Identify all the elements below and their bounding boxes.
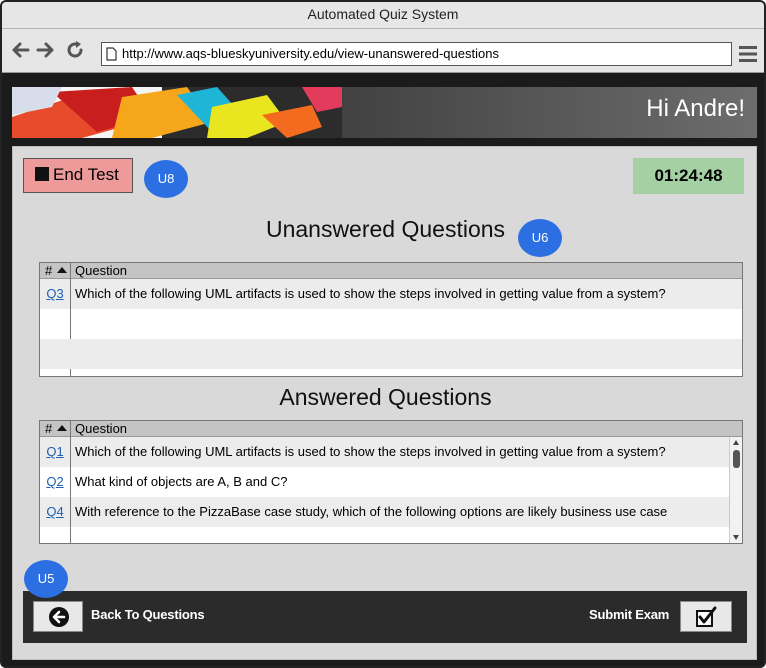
back-to-questions-button[interactable] bbox=[33, 601, 83, 632]
vertical-scrollbar[interactable] bbox=[729, 437, 742, 543]
badge-u6: U6 bbox=[518, 219, 562, 257]
question-text: Which of the following UML artifacts is … bbox=[75, 444, 666, 459]
footer-bar: Back To Questions Submit Exam bbox=[23, 591, 747, 643]
badge-u5: U5 bbox=[24, 560, 68, 598]
forward-arrow-icon[interactable] bbox=[34, 39, 56, 61]
question-text: What kind of objects are A, B and C? bbox=[75, 474, 288, 489]
sort-ascending-icon bbox=[56, 267, 67, 273]
table-row: Q1 Which of the following UML artifacts … bbox=[40, 437, 742, 467]
submit-exam-button[interactable] bbox=[680, 601, 732, 632]
reload-icon[interactable] bbox=[64, 39, 86, 61]
countdown-timer: 01:24:48 bbox=[633, 158, 744, 194]
empty-row bbox=[40, 339, 742, 369]
address-bar[interactable]: http://www.aqs-blueskyuniversity.edu/vie… bbox=[101, 42, 732, 66]
checkbox-check-icon bbox=[696, 606, 717, 627]
table-row: Q4 With reference to the PizzaBase case … bbox=[40, 497, 742, 527]
question-text: With reference to the PizzaBase case stu… bbox=[75, 504, 668, 519]
question-link-q4[interactable]: Q4 bbox=[46, 504, 63, 519]
address-url: http://www.aqs-blueskyuniversity.edu/vie… bbox=[122, 46, 499, 61]
num-column-header[interactable]: # bbox=[40, 263, 71, 279]
answered-table: # Question Q1 Which of the following UML… bbox=[39, 420, 743, 544]
back-to-questions-label[interactable]: Back To Questions bbox=[91, 607, 205, 622]
submit-exam-label[interactable]: Submit Exam bbox=[589, 607, 669, 622]
question-link-q2[interactable]: Q2 bbox=[46, 474, 63, 489]
table-row: Q3 Which of the following UML artifacts … bbox=[40, 279, 742, 309]
num-column-header[interactable]: # bbox=[40, 421, 71, 437]
scroll-down-arrow-icon[interactable] bbox=[733, 535, 739, 540]
quiz-content-panel: End Test U8 01:24:48 Unanswered Question… bbox=[12, 146, 757, 660]
unanswered-title: Unanswered Questions bbox=[265, 216, 506, 242]
scroll-thumb[interactable] bbox=[733, 450, 740, 468]
end-test-button[interactable]: End Test bbox=[23, 158, 133, 193]
window-title: Automated Quiz System bbox=[2, 2, 764, 29]
back-arrow-icon[interactable] bbox=[10, 39, 32, 61]
browser-navbar: http://www.aqs-blueskyuniversity.edu/vie… bbox=[2, 29, 764, 73]
question-column-header: Question bbox=[75, 421, 128, 436]
sort-ascending-icon bbox=[56, 425, 67, 431]
unanswered-table: # Question Q3 Which of the following UML… bbox=[39, 262, 743, 377]
table-row: Q2 What kind of objects are A, B and C? bbox=[40, 467, 742, 497]
question-link-q1[interactable]: Q1 bbox=[46, 444, 63, 459]
table-header: # Question bbox=[40, 263, 742, 279]
answered-title: Answered Questions bbox=[279, 384, 492, 410]
badge-u8: U8 bbox=[144, 160, 188, 198]
empty-row bbox=[40, 309, 742, 339]
end-test-label: End Test bbox=[53, 165, 119, 184]
user-greeting: Hi Andre! bbox=[646, 95, 745, 122]
table-header: # Question bbox=[40, 421, 742, 437]
question-column-header: Question bbox=[75, 263, 128, 278]
question-link-q3[interactable]: Q3 bbox=[46, 286, 63, 301]
page-icon bbox=[106, 46, 117, 61]
scroll-up-arrow-icon[interactable] bbox=[733, 440, 739, 445]
header-banner: Hi Andre! bbox=[12, 87, 757, 138]
question-text: Which of the following UML artifacts is … bbox=[75, 286, 666, 301]
hamburger-menu-icon[interactable] bbox=[739, 45, 757, 63]
back-circle-arrow-icon bbox=[49, 607, 69, 627]
banner-image bbox=[12, 87, 342, 138]
stop-icon bbox=[35, 167, 49, 181]
browser-window: Automated Quiz System http://www.aqs-blu… bbox=[0, 0, 766, 668]
